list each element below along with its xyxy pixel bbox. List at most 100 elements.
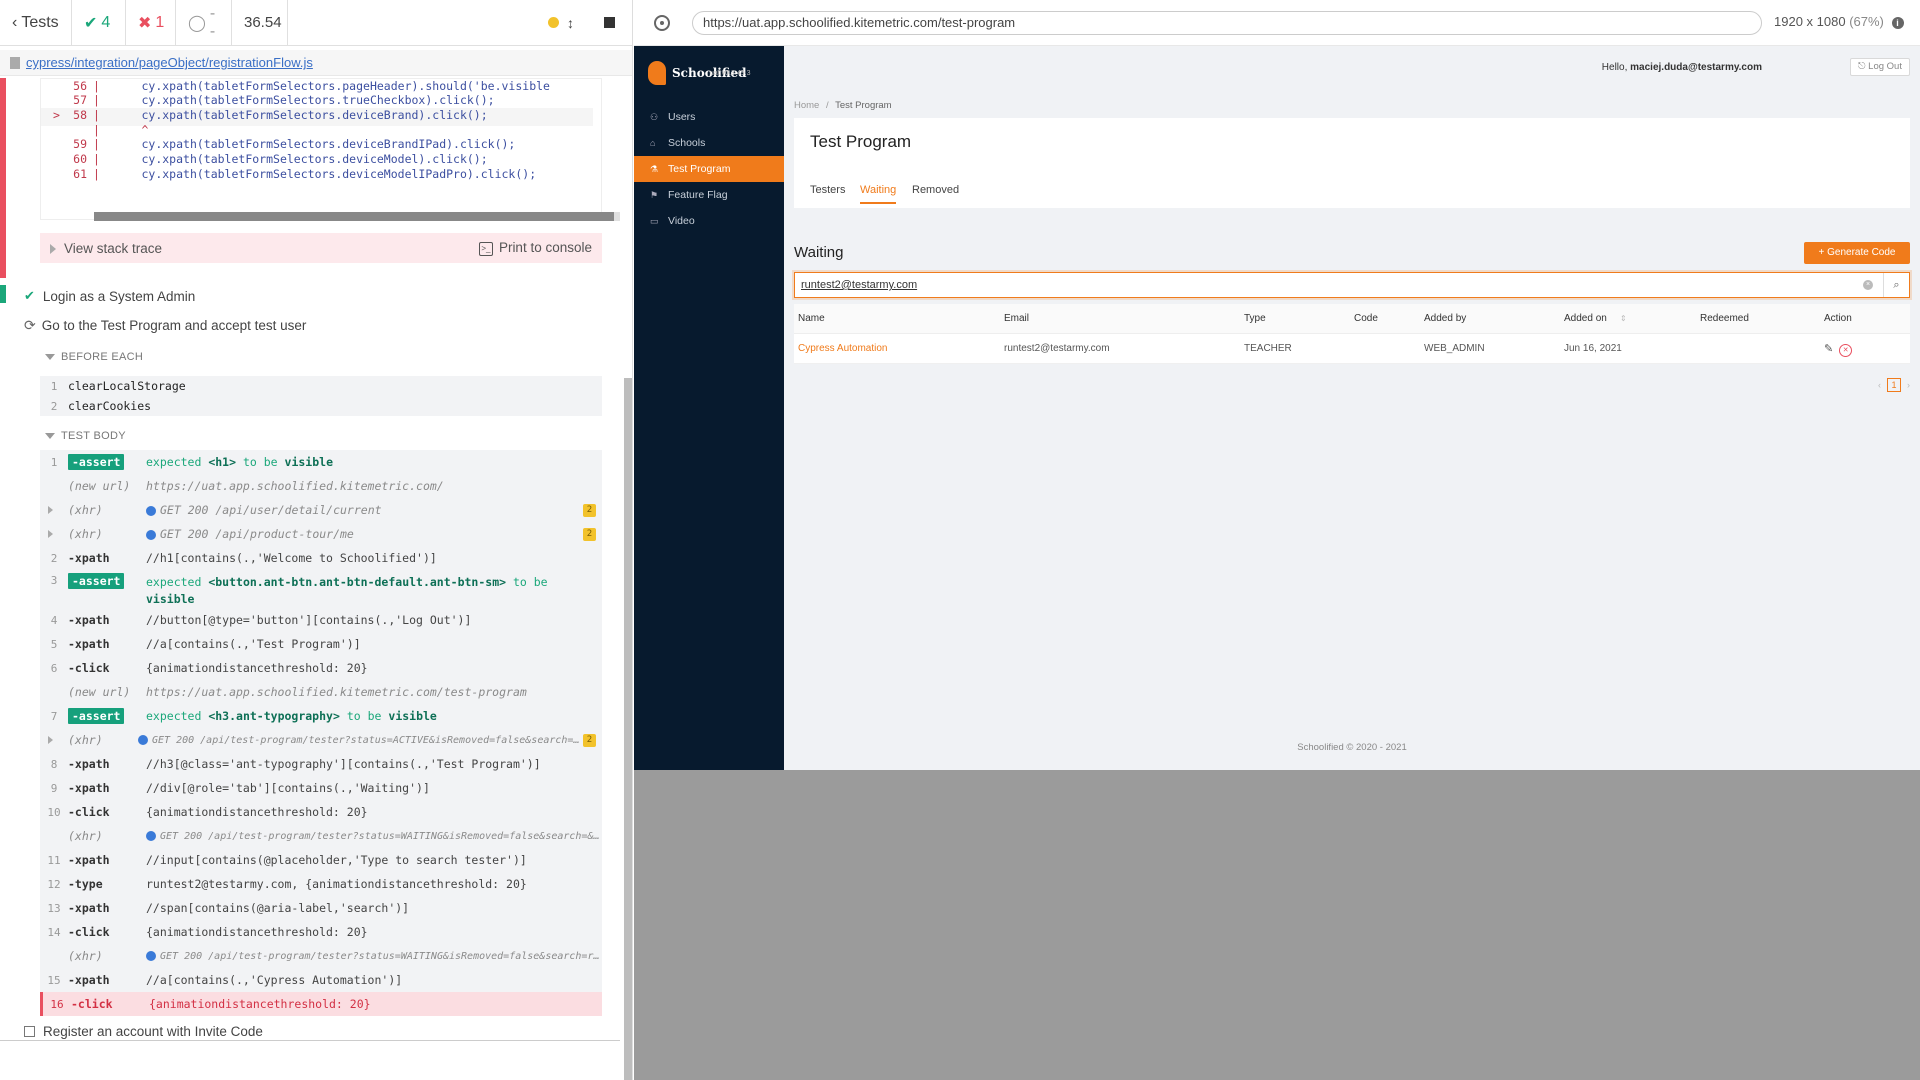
prev-page-icon[interactable]: ‹ bbox=[1878, 380, 1881, 390]
command-msg: https://uat.app.schoolified.kitemetric.c… bbox=[146, 685, 527, 699]
command-row[interactable]: (xhr) GET 200 /api/test-program/tester?st… bbox=[40, 824, 602, 848]
test-login-admin[interactable]: ✔ Login as a System Admin bbox=[24, 288, 195, 304]
generate-code-label: Generate Code bbox=[1827, 247, 1896, 258]
flask-icon: ⚗ bbox=[650, 163, 659, 174]
testers-table: Name Email Type Code Added by Added on ⇕ Redeem… bbox=[794, 304, 1910, 364]
command-row[interactable]: 4 -xpath //button[@type='button'][contains… bbox=[40, 608, 602, 632]
command-row[interactable]: 15 -xpath //a[contains(.,'Cypress Automati… bbox=[40, 968, 602, 992]
app-version: uat v0.3.49.3 bbox=[710, 70, 751, 77]
command-row[interactable]: 10 -click {animationdistancethreshold: 20} bbox=[40, 800, 602, 824]
command-row[interactable]: 5 -xpath //a[contains(.,'Test Program')] bbox=[40, 632, 602, 656]
duration: 36.54 bbox=[232, 0, 288, 46]
command-row[interactable]: 7 -assert expected <h3.ant-typography> to … bbox=[40, 704, 602, 728]
info-icon[interactable]: i bbox=[1891, 17, 1904, 29]
generate-code-button[interactable]: + Generate Code bbox=[1804, 242, 1910, 264]
search-icon[interactable]: ⌕ bbox=[1883, 273, 1909, 297]
command-row[interactable]: 8 -xpath //h3[@class='ant-typography'][con… bbox=[40, 752, 602, 776]
command-row[interactable]: (xhr) GET 200 /api/test-program/tester?st… bbox=[40, 728, 602, 752]
command-row[interactable]: 13 -xpath //span[contains(@aria-label,'sea… bbox=[40, 896, 602, 920]
sidebar-item-video[interactable]: ▭ Video bbox=[634, 208, 784, 234]
failed-command-row[interactable]: 16 -click {animationdistancethreshold: 20} bbox=[40, 992, 602, 1016]
cell-name[interactable]: Cypress Automation bbox=[798, 334, 888, 364]
aut-url[interactable]: https://uat.app.schoolified.kitemetric.c… bbox=[692, 11, 1762, 35]
test-body-hook[interactable]: TEST BODY bbox=[45, 430, 126, 442]
command-row[interactable]: (new url) https://uat.app.schoolified.kit… bbox=[40, 474, 602, 498]
flag-icon: ⚑ bbox=[650, 189, 659, 200]
sidebar-item-schools[interactable]: ⌂ Schools bbox=[634, 130, 784, 156]
command-name: -xpath bbox=[68, 781, 110, 795]
file-icon bbox=[10, 56, 20, 69]
gutter-separator: | bbox=[93, 137, 100, 151]
breadcrumb-home[interactable]: Home bbox=[794, 100, 819, 111]
viewport-scale: (67%) bbox=[1849, 14, 1884, 29]
next-page-icon[interactable]: › bbox=[1907, 380, 1910, 390]
breadcrumb: Home / Test Program bbox=[794, 100, 892, 111]
command-row[interactable]: 9 -xpath //div[@role='tab'][contains(.,'Wa… bbox=[40, 776, 602, 800]
print-to-console-button[interactable]: >_ Print to console bbox=[478, 240, 592, 256]
sidebar-item-test-program[interactable]: ⚗ Test Program bbox=[634, 156, 784, 182]
tab-removed[interactable]: Removed bbox=[912, 184, 959, 202]
page-number[interactable]: 1 bbox=[1887, 378, 1901, 392]
sidebar-item-feature-flag[interactable]: ⚑ Feature Flag bbox=[634, 182, 784, 208]
command-row[interactable]: (xhr) GET 200 /api/user/detail/current 2 bbox=[40, 498, 602, 522]
running-indicator-icon bbox=[548, 17, 559, 28]
scroll-toggle-icon[interactable]: ↕ bbox=[567, 15, 574, 31]
column-header: Type bbox=[1244, 313, 1266, 324]
command-name: -click bbox=[68, 661, 110, 675]
command-msg: https://uat.app.schoolified.kitemetric.c… bbox=[146, 479, 444, 493]
command-row[interactable]: 2 -xpath //h1[contains(.,'Welcome to Schoo… bbox=[40, 546, 602, 570]
command-row[interactable]: 1 clearLocalStorage bbox=[40, 376, 602, 396]
column-header[interactable]: Added on bbox=[1564, 304, 1607, 334]
command-row[interactable]: 2 clearCookies bbox=[40, 396, 602, 416]
command-row[interactable]: 1 -assert expected <h1> to be visible bbox=[40, 450, 602, 474]
command-row[interactable]: 14 -click {animationdistancethreshold: 20} bbox=[40, 920, 602, 944]
stop-icon[interactable] bbox=[604, 17, 615, 28]
search-box: × ⌕ bbox=[794, 272, 1910, 298]
tab-testers[interactable]: Testers bbox=[810, 184, 845, 202]
reporter-header: ‹ Tests ✔ 4 ✖ 1 ◯ -- 36.54 ↕ bbox=[0, 0, 632, 46]
test-register-invite[interactable]: Register an account with Invite Code bbox=[24, 1024, 263, 1039]
command-row[interactable]: (xhr) GET 200 /api/test-program/tester?st… bbox=[40, 944, 602, 968]
sidebar-item-users[interactable]: ⚇ Users bbox=[634, 104, 784, 130]
caret-down-icon bbox=[45, 354, 55, 361]
stack-trace-row: View stack trace >_ Print to console bbox=[40, 233, 602, 263]
command-row[interactable]: 3 -assert expected <button.ant-btn.ant-btn… bbox=[40, 570, 602, 608]
before-each-hook[interactable]: BEFORE EACH bbox=[45, 351, 143, 363]
search-input[interactable] bbox=[801, 277, 1851, 293]
selector-playground-icon[interactable] bbox=[654, 15, 670, 31]
spec-path-bar[interactable]: cypress/integration/pageObject/registrat… bbox=[0, 50, 632, 76]
command-row[interactable]: 6 -click {animationdistancethreshold: 20} bbox=[40, 656, 602, 680]
line-number: 61 bbox=[73, 167, 87, 181]
test-accept-user[interactable]: ⟳ Go to the Test Program and accept test… bbox=[24, 317, 306, 334]
command-num: 12 bbox=[47, 877, 61, 891]
command-num: 4 bbox=[50, 613, 58, 627]
user-greeting: Hello, maciej.duda@testarmy.com bbox=[1601, 62, 1762, 73]
command-msg: clearCookies bbox=[68, 399, 152, 413]
clear-icon[interactable]: × bbox=[1863, 280, 1873, 290]
command-msg: //a[contains(.,'Test Program')] bbox=[146, 637, 361, 651]
command-row[interactable]: (xhr) GET 200 /api/product-tour/me 2 bbox=[40, 522, 602, 546]
sort-icon[interactable]: ⇕ bbox=[1620, 304, 1627, 334]
edit-icon[interactable]: ✎ bbox=[1824, 343, 1833, 355]
tests-button[interactable]: ‹ Tests bbox=[0, 0, 72, 46]
command-row[interactable]: 12 -type runtest2@testarmy.com, {animation… bbox=[40, 872, 602, 896]
command-msg: GET 200 /api/test-program/tester?status=… bbox=[138, 734, 602, 746]
command-num: 6 bbox=[50, 661, 58, 675]
reporter-scrollbar[interactable] bbox=[624, 378, 632, 1080]
spec-path[interactable]: cypress/integration/pageObject/registrat… bbox=[26, 55, 313, 70]
code-scrollbar[interactable] bbox=[94, 212, 620, 221]
caret-down-icon bbox=[45, 433, 55, 440]
command-row[interactable]: 11 -xpath //input[contains(@placeholder,'T… bbox=[40, 848, 602, 872]
command-msg: //a[contains(.,'Cypress Automation')] bbox=[146, 973, 403, 987]
plus-icon: + bbox=[1818, 247, 1828, 258]
tab-waiting[interactable]: Waiting bbox=[860, 184, 897, 204]
command-num: 16 bbox=[50, 997, 64, 1011]
brand-logo-icon bbox=[648, 61, 666, 85]
view-stack-trace-button[interactable]: View stack trace bbox=[50, 241, 162, 256]
line-number: 56 bbox=[73, 79, 87, 93]
command-num: 2 bbox=[50, 399, 58, 413]
delete-icon[interactable]: ✕ bbox=[1839, 344, 1853, 357]
logout-button[interactable]: ⎋ Log Out bbox=[1850, 58, 1910, 76]
command-msg: {animationdistancethreshold: 20} bbox=[146, 805, 368, 819]
command-row[interactable]: (new url) https://uat.app.schoolified.kit… bbox=[40, 680, 602, 704]
